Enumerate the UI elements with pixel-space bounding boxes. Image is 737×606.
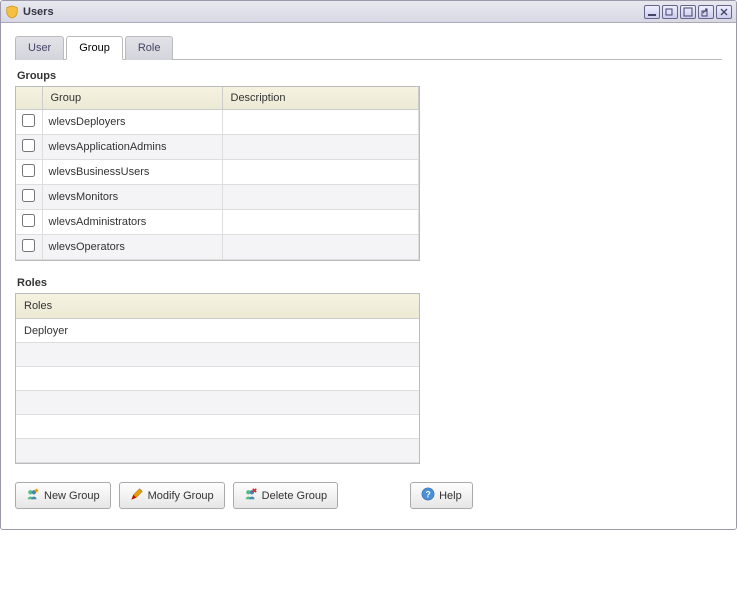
row-checkbox[interactable] [22, 164, 35, 177]
cell-role [16, 439, 419, 463]
cell-role [16, 415, 419, 439]
titlebar: Users [1, 1, 736, 23]
tab-user[interactable]: User [15, 36, 64, 60]
cell-description [222, 135, 419, 160]
window-title: Users [23, 6, 644, 18]
new-group-button[interactable]: New Group [15, 482, 111, 509]
table-row[interactable]: wlevsApplicationAdmins [16, 135, 419, 160]
button-label: New Group [44, 490, 100, 502]
tab-role[interactable]: Role [125, 36, 174, 60]
help-button[interactable]: ? Help [410, 482, 473, 509]
button-label: Delete Group [262, 490, 327, 502]
modify-group-button[interactable]: Modify Group [119, 482, 225, 509]
table-row[interactable] [16, 439, 419, 463]
tab-label: User [28, 42, 51, 54]
group-add-icon [26, 487, 40, 504]
table-row[interactable]: wlevsAdministrators [16, 210, 419, 235]
row-checkbox[interactable] [22, 189, 35, 202]
cell-description [222, 210, 419, 235]
delete-group-button[interactable]: Delete Group [233, 482, 338, 509]
cell-group: wlevsOperators [42, 235, 222, 260]
table-row[interactable]: wlevsDeployers [16, 110, 419, 135]
row-checkbox[interactable] [22, 139, 35, 152]
maximize-button[interactable] [680, 5, 696, 19]
cell-role [16, 367, 419, 391]
roles-table: Roles Deployer [15, 293, 420, 464]
users-window: Users User Group Role Groups Group De [0, 0, 737, 530]
cell-group: wlevsMonitors [42, 185, 222, 210]
col-check [16, 87, 42, 110]
button-label: Modify Group [148, 490, 214, 502]
roles-heading: Roles [17, 277, 722, 289]
table-header-row: Roles [16, 294, 419, 319]
collapse-button[interactable] [644, 5, 660, 19]
pencil-icon [130, 487, 144, 504]
cell-group: wlevsBusinessUsers [42, 160, 222, 185]
table-row[interactable]: Deployer [16, 319, 419, 343]
cell-role [16, 343, 419, 367]
group-delete-icon [244, 487, 258, 504]
cell-description [222, 185, 419, 210]
cell-role: Deployer [16, 319, 419, 343]
groups-table: Group Description wlevsDeployerswlevsApp… [15, 86, 420, 261]
col-description[interactable]: Description [222, 87, 419, 110]
cell-group: wlevsDeployers [42, 110, 222, 135]
col-group[interactable]: Group [42, 87, 222, 110]
tab-label: Role [138, 42, 161, 54]
table-header-row: Group Description [16, 87, 419, 110]
button-row: New Group Modify Group Delete Group ? He… [15, 482, 722, 509]
cell-group: wlevsApplicationAdmins [42, 135, 222, 160]
cell-description [222, 235, 419, 260]
help-icon: ? [421, 487, 435, 504]
table-row[interactable]: wlevsBusinessUsers [16, 160, 419, 185]
restore-button[interactable] [662, 5, 678, 19]
content-area: User Group Role Groups Group Description… [1, 23, 736, 529]
table-row[interactable] [16, 367, 419, 391]
row-checkbox[interactable] [22, 214, 35, 227]
close-button[interactable] [716, 5, 732, 19]
cell-group: wlevsAdministrators [42, 210, 222, 235]
row-checkbox[interactable] [22, 239, 35, 252]
tab-label: Group [79, 42, 110, 54]
table-row[interactable] [16, 415, 419, 439]
cell-role [16, 391, 419, 415]
tab-group[interactable]: Group [66, 36, 123, 60]
table-row[interactable]: wlevsOperators [16, 235, 419, 260]
cell-description [222, 110, 419, 135]
tab-strip: User Group Role [15, 35, 722, 60]
window-controls [644, 5, 732, 19]
row-checkbox[interactable] [22, 114, 35, 127]
table-row[interactable] [16, 391, 419, 415]
table-row[interactable] [16, 343, 419, 367]
groups-heading: Groups [17, 70, 722, 82]
shield-icon [5, 5, 19, 19]
detach-button[interactable] [698, 5, 714, 19]
button-label: Help [439, 490, 462, 502]
svg-text:?: ? [425, 490, 430, 500]
col-roles[interactable]: Roles [16, 294, 419, 319]
table-row[interactable]: wlevsMonitors [16, 185, 419, 210]
cell-description [222, 160, 419, 185]
